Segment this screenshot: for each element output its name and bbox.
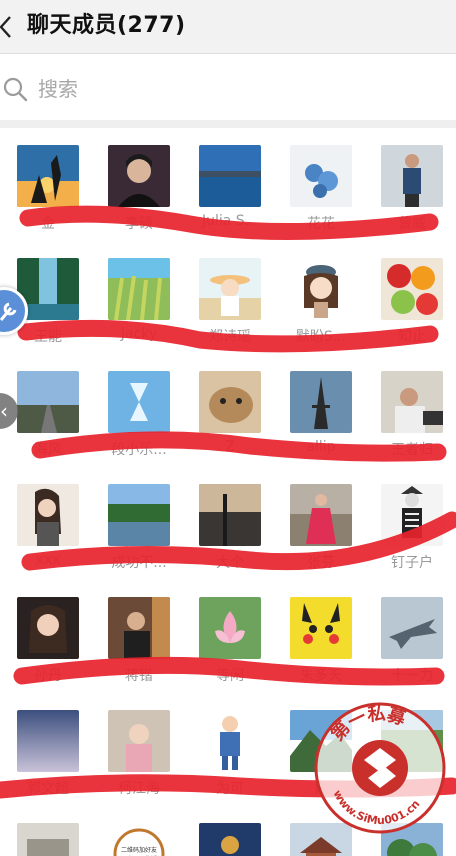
member-avatar[interactable] — [290, 145, 352, 207]
wrench-icon — [0, 302, 17, 321]
member-name: allip — [306, 439, 336, 455]
member-avatar[interactable] — [199, 484, 261, 546]
member-name: 蒋锴 — [125, 668, 153, 684]
member-name: 金 — [41, 216, 55, 232]
member-name: 默盼S... — [295, 329, 347, 345]
member-avatar[interactable] — [108, 710, 170, 772]
member-name: Jacky — [120, 326, 158, 342]
member-name: 李硕 — [125, 216, 153, 232]
member-name: 为可 — [216, 781, 244, 797]
search-icon — [3, 77, 28, 102]
member-name: Z — [225, 439, 235, 455]
member-name: 知止 — [398, 329, 426, 345]
member-name: 十一力 — [391, 668, 433, 684]
member-avatar[interactable] — [290, 371, 352, 433]
member-name: 郑诗瑶 — [209, 329, 251, 345]
member-name: 郭文超 — [27, 781, 69, 797]
member-name: 王者归 — [391, 442, 433, 458]
member-name: 朱多天 — [300, 668, 342, 684]
member-avatar[interactable] — [199, 823, 261, 856]
member-name: 花花 — [307, 216, 335, 232]
member-avatar[interactable] — [199, 145, 261, 207]
member-name: 张芬 — [307, 555, 335, 571]
member-name: 等闲 — [216, 668, 244, 684]
back-arrow-icon[interactable] — [0, 14, 18, 40]
member-avatar[interactable] — [381, 597, 443, 659]
member-name: 孙丹 — [34, 668, 62, 684]
member-avatar[interactable] — [108, 145, 170, 207]
chevron-left-icon: ‹ — [0, 399, 8, 423]
member-avatar[interactable] — [108, 597, 170, 659]
member-avatar[interactable] — [17, 823, 79, 856]
section-divider — [0, 120, 456, 128]
member-avatar[interactable] — [381, 371, 443, 433]
member-avatar[interactable] — [108, 484, 170, 546]
member-avatar[interactable] — [290, 597, 352, 659]
member-avatar[interactable] — [199, 258, 261, 320]
member-avatar[interactable] — [290, 484, 352, 546]
member-avatar[interactable] — [17, 145, 79, 207]
member-avatar[interactable] — [17, 597, 79, 659]
member-avatar[interactable] — [199, 710, 261, 772]
member-avatar[interactable] — [108, 371, 170, 433]
member-name: 成功不... — [111, 555, 167, 571]
member-name: 曾威 — [398, 216, 426, 232]
member-name: xxx — [35, 552, 61, 568]
member-name: 柯江海 — [118, 781, 160, 797]
member-avatar[interactable] — [199, 597, 261, 659]
member-name: 大个 — [216, 555, 244, 571]
member-avatar[interactable] — [381, 258, 443, 320]
member-name: 钉子户 — [391, 555, 433, 571]
page-title: 聊天成员(277) — [27, 13, 186, 38]
member-name: Julia S... — [201, 213, 259, 229]
member-avatar[interactable] — [17, 710, 79, 772]
member-avatar[interactable] — [199, 371, 261, 433]
title-bar: 聊天成员(277) — [0, 0, 456, 54]
member-avatar[interactable] — [108, 258, 170, 320]
member-avatar[interactable] — [17, 484, 79, 546]
member-avatar[interactable] — [381, 484, 443, 546]
avatar-caption: 二维码加好友 — [120, 847, 157, 854]
search-bar[interactable] — [0, 58, 456, 120]
member-avatar[interactable] — [381, 145, 443, 207]
member-avatar[interactable] — [290, 258, 352, 320]
member-name: 海风 — [34, 442, 62, 458]
member-name: 段小乐... — [111, 442, 167, 458]
member-avatar[interactable] — [17, 371, 79, 433]
watermark-seal: 第一私募 www.SiMu001.cn — [314, 702, 446, 834]
search-input[interactable] — [38, 72, 438, 106]
